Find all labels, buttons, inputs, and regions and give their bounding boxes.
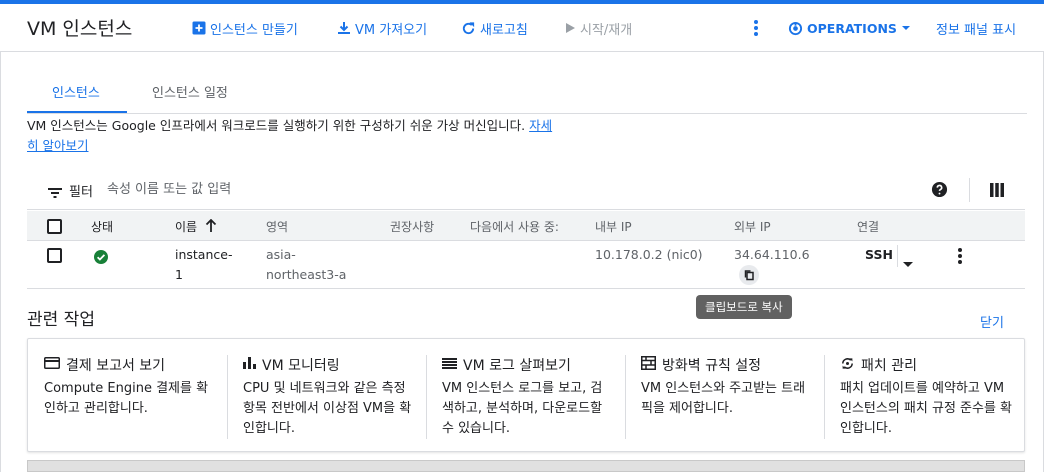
tab-divider [27, 113, 1027, 114]
filter-bar: 필터 [27, 170, 1025, 210]
external-ip: 34.64.110.6 [734, 247, 810, 262]
related-card-desc: 패치 업데이트를 예약하고 VM 인스턴스의 패치 규정 준수를 확인합니다. [840, 381, 1013, 436]
card-divider [824, 355, 825, 439]
tab-instance-schedules[interactable]: 인스턴스 일정 [152, 82, 228, 114]
filter-icon[interactable] [48, 183, 62, 202]
more-actions-button[interactable] [750, 17, 762, 39]
related-actions-title: 관련 작업 [27, 310, 95, 330]
column-header-recommendations[interactable]: 권장사항 [390, 218, 434, 235]
arrow-up-icon [205, 218, 217, 235]
start-resume-button[interactable]: 시작/재개 [564, 17, 632, 39]
bottom-panel-edge [27, 460, 1025, 472]
description-text: VM 인스턴스는 Google 인프라에서 워크로드를 실행하기 위한 구성하기… [27, 118, 526, 133]
billing-icon [44, 357, 60, 373]
create-instance-button[interactable]: 인스턴스 만들기 [192, 17, 298, 39]
create-instance-label: 인스턴스 만들기 [210, 22, 298, 38]
related-card-title-text: 방화벽 규칙 설정 [662, 358, 762, 374]
select-all-checkbox[interactable] [47, 219, 62, 234]
column-display-icon[interactable] [990, 182, 1004, 201]
related-card-monitoring[interactable]: VM 모니터링 CPU 및 네트워크와 같은 측정항목 전반에서 이상점 VM을… [227, 339, 426, 451]
related-card-logs[interactable]: VM 로그 살펴보기 VM 인스턴스 로그를 보고, 검색하고, 분석하며, 다… [426, 339, 625, 451]
related-card-title-text: 패치 관리 [861, 358, 917, 374]
operations-label: OPERATIONS [807, 20, 897, 36]
show-info-panel-button[interactable]: 정보 패널 표시 [936, 17, 1016, 39]
card-divider [227, 355, 228, 439]
related-card-title: VM 모니터링 [243, 355, 340, 375]
related-card-desc: VM 인스턴스 로그를 보고, 검색하고, 분석하며, 다운로드할 수 있습니다… [442, 381, 603, 436]
card-divider [426, 355, 427, 439]
firewall-icon [641, 356, 656, 374]
operations-icon [788, 21, 803, 36]
filter-divider [969, 178, 970, 202]
related-card-desc: Compute Engine 결제를 확인하고 관리합니다. [44, 381, 209, 416]
show-info-panel-label: 정보 패널 표시 [936, 22, 1017, 38]
toolbar: VM 인스턴스 인스턴스 만들기 VM 가져오기 새로고침 시작/재개 OPER… [0, 4, 1044, 52]
related-actions-panel: 결제 보고서 보기 Compute Engine 결제를 확인하고 관리합니다.… [27, 338, 1025, 452]
refresh-icon [461, 21, 476, 36]
page-description: VM 인스턴스는 Google 인프라에서 워크로드를 실행하기 위한 구성하기… [27, 116, 557, 156]
download-icon [337, 21, 351, 35]
copy-icon[interactable] [739, 265, 759, 285]
filter-label: 필터 [69, 185, 93, 200]
related-card-billing[interactable]: 결제 보고서 보기 Compute Engine 결제를 확인하고 관리합니다. [28, 339, 227, 451]
refresh-label: 새로고침 [480, 22, 528, 38]
refresh-button[interactable]: 새로고침 [461, 17, 528, 39]
related-card-title: 패치 관리 [840, 355, 917, 375]
instance-name-line1: instance- [175, 247, 233, 262]
row-checkbox[interactable] [47, 248, 62, 263]
column-header-connect[interactable]: 연결 [857, 218, 879, 235]
ssh-dropdown-icon[interactable] [903, 253, 913, 272]
column-header-status[interactable]: 상태 [91, 218, 113, 235]
column-header-zone[interactable]: 영역 [266, 218, 288, 235]
column-header-name[interactable]: 이름 [175, 218, 217, 235]
related-card-patch[interactable]: 패치 관리 패치 업데이트를 예약하고 VM 인스턴스의 패치 규정 준수를 확… [824, 339, 1023, 451]
copy-tooltip: 클립보드로 복사 [696, 295, 792, 319]
card-divider [625, 355, 626, 439]
related-card-title: 방화벽 규칙 설정 [641, 355, 761, 375]
more-vert-icon [750, 19, 762, 37]
instance-zone: asia- northeast3-a [266, 245, 346, 285]
related-card-title-text: VM 모니터링 [262, 358, 340, 374]
import-vm-button[interactable]: VM 가져오기 [337, 17, 427, 39]
column-header-internal-ip[interactable]: 내부 IP [595, 218, 632, 235]
table-row: instance- 1 asia- northeast3-a 10.178.0.… [27, 241, 1025, 289]
row-more-icon[interactable] [957, 247, 963, 269]
column-header-external-ip[interactable]: 외부 IP [734, 218, 771, 235]
related-card-title: 결제 보고서 보기 [44, 355, 165, 375]
related-card-desc: VM 인스턴스와 주고받는 트래픽을 제어합니다. [641, 381, 806, 416]
monitoring-icon [243, 357, 256, 373]
instance-zone-line1: asia- [266, 247, 296, 262]
ssh-button[interactable]: SSH [865, 247, 893, 262]
column-header-in-use-by[interactable]: 다음에서 사용 중: [470, 218, 559, 235]
add-box-icon [192, 21, 206, 35]
close-related-link[interactable]: 닫기 [980, 312, 1004, 331]
internal-ip: 10.178.0.2 (nic0) [595, 247, 703, 262]
help-icon[interactable] [931, 181, 948, 202]
instance-name-link[interactable]: instance- 1 [175, 245, 232, 285]
related-card-desc: CPU 및 네트워크와 같은 측정항목 전반에서 이상점 VM을 확인합니다. [243, 381, 412, 436]
check-circle-icon [94, 249, 108, 268]
column-header-name-label: 이름 [175, 220, 198, 234]
tab-instances[interactable]: 인스턴스 [52, 82, 100, 114]
start-resume-label: 시작/재개 [580, 22, 633, 38]
operations-button[interactable]: OPERATIONS [788, 17, 911, 39]
instance-name-line2: 1 [175, 267, 183, 282]
chevron-down-icon [901, 23, 911, 33]
table-header: 상태 이름 영역 권장사항 다음에서 사용 중: 내부 IP 외부 IP 연결 [27, 211, 1025, 241]
related-card-title: VM 로그 살펴보기 [442, 355, 571, 375]
instance-zone-line2: northeast3-a [266, 267, 347, 282]
play-icon [564, 22, 576, 34]
related-card-title-text: VM 로그 살펴보기 [463, 358, 571, 374]
import-vm-label: VM 가져오기 [355, 22, 428, 38]
page-title: VM 인스턴스 [27, 18, 133, 40]
active-tab-indicator [27, 111, 127, 113]
ssh-divider [897, 245, 898, 267]
related-card-title-text: 결제 보고서 보기 [66, 358, 166, 374]
filter-input[interactable] [107, 178, 507, 200]
patch-icon [840, 356, 855, 375]
logs-icon [442, 357, 457, 373]
related-card-firewall[interactable]: 방화벽 규칙 설정 VM 인스턴스와 주고받는 트래픽을 제어합니다. [625, 339, 824, 451]
